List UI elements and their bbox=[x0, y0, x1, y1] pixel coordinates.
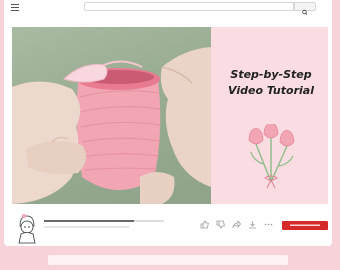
video-title: Step-by-Step Video Tutorial bbox=[218, 67, 324, 99]
tulip-bouquet-icon bbox=[248, 124, 295, 189]
video-player[interactable]: Step-by-Step Video Tutorial bbox=[12, 27, 328, 204]
more-icon[interactable] bbox=[264, 220, 273, 229]
video-title-line-1: Step-by-Step bbox=[230, 68, 312, 81]
browser-window: Step-by-Step Video Tutorial ▬▬▬▬▬▬ bbox=[4, 0, 332, 246]
cropped-caption-strip bbox=[0, 252, 340, 270]
share-icon[interactable] bbox=[232, 220, 241, 229]
video-photo bbox=[12, 27, 211, 204]
video-title-line-2: Video Tutorial bbox=[228, 84, 314, 97]
player-controls: ▬▬▬▬▬▬ bbox=[4, 210, 332, 246]
thumbs-up-icon[interactable] bbox=[200, 220, 209, 229]
download-icon[interactable] bbox=[248, 220, 257, 229]
channel-avatar[interactable] bbox=[12, 212, 42, 244]
top-bar bbox=[4, 0, 332, 15]
progress-bar[interactable] bbox=[44, 220, 164, 222]
search-icon bbox=[302, 9, 308, 15]
crochet-character-avatar-icon bbox=[18, 214, 36, 244]
search-input[interactable] bbox=[84, 2, 294, 11]
crochet-pouch-illustration bbox=[12, 47, 211, 204]
hamburger-menu-icon[interactable] bbox=[11, 4, 19, 11]
progress-fill bbox=[44, 220, 134, 222]
subscribe-button[interactable]: ▬▬▬▬▬▬ bbox=[282, 221, 328, 230]
thumbs-down-icon[interactable] bbox=[216, 220, 225, 229]
subtitle-line bbox=[44, 226, 129, 228]
search-button[interactable] bbox=[294, 2, 316, 15]
